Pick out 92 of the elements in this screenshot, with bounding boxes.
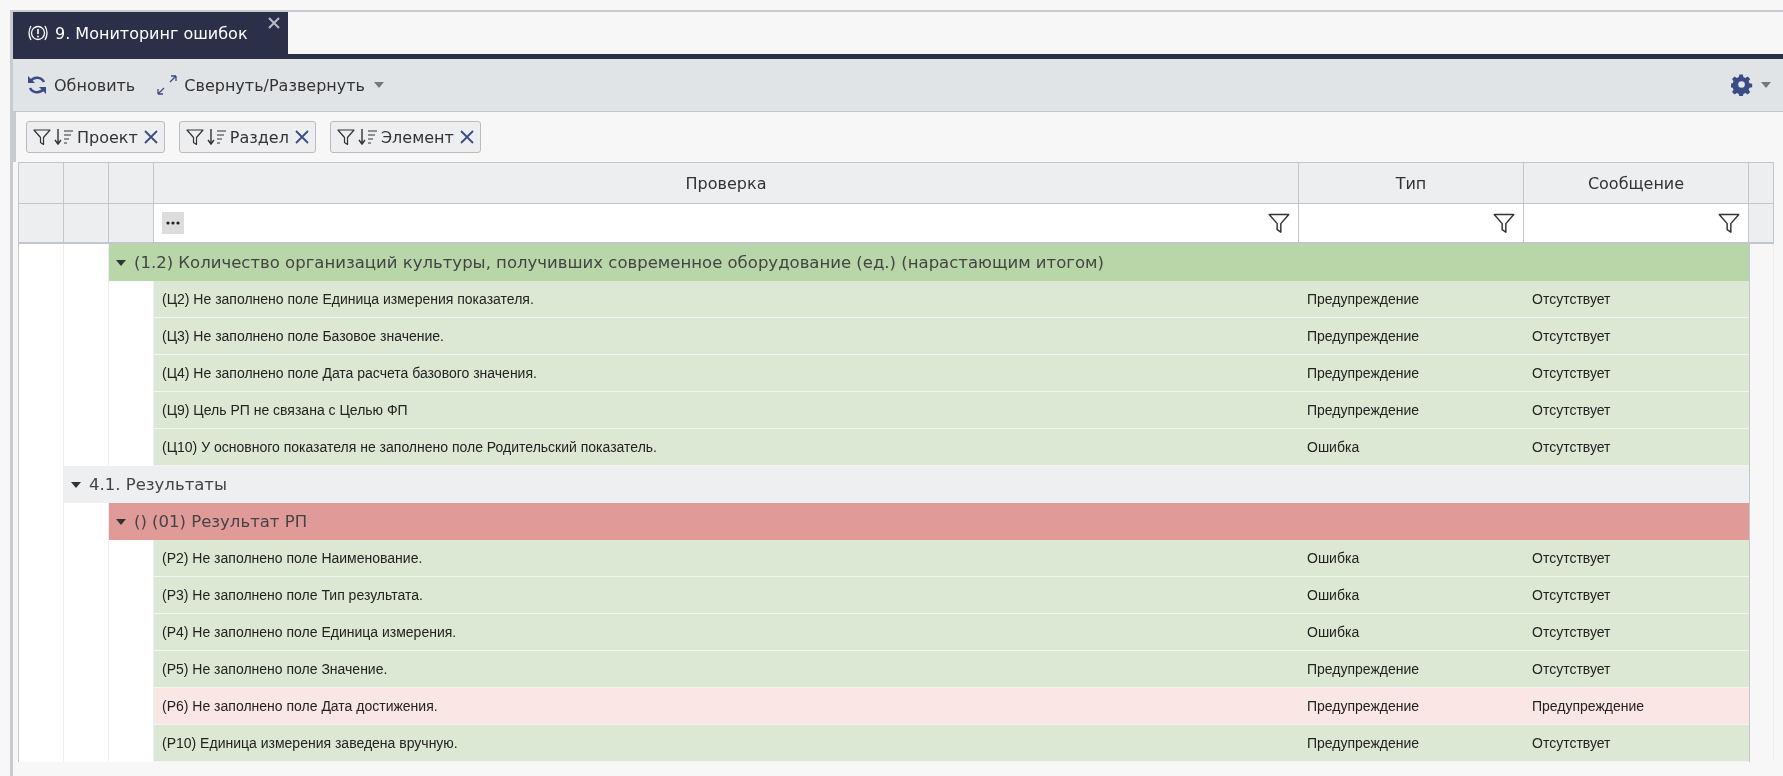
filter-chip[interactable]: Раздел	[178, 121, 316, 153]
close-icon[interactable]	[267, 17, 280, 29]
table-cell: (Р4) Не заполнено поле Единица измерения.	[154, 614, 1299, 651]
table-cell: (Р10) Единица измерения заведена вручную.	[154, 725, 1299, 762]
table-cell: (Р5) Не заполнено поле Значение.	[154, 651, 1299, 688]
filter-icon	[336, 128, 355, 146]
table-cell: Отсутствует	[1524, 725, 1749, 762]
table-cell	[64, 244, 109, 281]
table-cell	[19, 244, 64, 281]
table-cell: (Р6) Не заполнено поле Дата достижения.	[154, 688, 1299, 725]
table-cell	[19, 725, 64, 762]
table-cell: Ошибка	[1299, 429, 1524, 466]
table-cell	[109, 725, 154, 762]
column-header[interactable]: Сообщение	[1524, 162, 1749, 204]
table-cell: Отсутствует	[1524, 540, 1749, 577]
table-cell	[64, 503, 109, 540]
filter-icon[interactable]	[1718, 212, 1740, 234]
remove-icon[interactable]	[143, 130, 158, 144]
filter-icon	[185, 128, 204, 146]
filter-chip[interactable]: Элемент	[329, 121, 481, 153]
table-cell: Отсутствует	[1524, 429, 1749, 466]
table-cell: Отсутствует	[1524, 355, 1749, 392]
group-row[interactable]: (1.2) Количество организаций культуры, получивших современное оборудование (ед.) (нарастающим итогом)	[109, 244, 1749, 281]
table-cell: Предупреждение	[1299, 355, 1524, 392]
table-cell: (Р3) Не заполнено поле Тип результата.	[154, 577, 1299, 614]
filter-field[interactable]	[1524, 204, 1749, 244]
header-cell	[1749, 162, 1774, 204]
table-cell: (Ц3) Не заполнено поле Базовое значение.	[154, 318, 1299, 355]
table-cell: Предупреждение	[1299, 688, 1524, 725]
table-cell	[1749, 244, 1774, 281]
refresh-icon	[27, 75, 47, 95]
header-cell	[64, 162, 109, 204]
table-cell: (Ц10) У основного показателя не заполнено поле Родительский показатель.	[154, 429, 1299, 466]
table-cell: Отсутствует	[1524, 614, 1749, 651]
table-cell: Отсутствует	[1524, 651, 1749, 688]
chip-label: Элемент	[380, 127, 454, 147]
header-cell	[109, 204, 154, 244]
toolbar-button[interactable]: Свернуть/Развернуть	[153, 71, 389, 99]
alert-circle-icon	[27, 24, 49, 42]
expand-arrows-icon	[157, 75, 178, 95]
remove-icon[interactable]	[459, 130, 474, 144]
table-cell: Отсутствует	[1524, 577, 1749, 614]
header-cell	[64, 204, 109, 244]
section-row[interactable]: 4.1. Результаты	[64, 466, 1749, 503]
ellipsis-icon	[166, 221, 180, 225]
table-cell: Предупреждение	[1299, 281, 1524, 318]
tab-title: 9. Мониторинг ошибок	[55, 23, 248, 43]
group-title: (1.2) Количество организаций культуры, получивших современное оборудование (ед.) (нарастающим итогом)	[134, 253, 1104, 272]
sort-icon	[357, 128, 378, 146]
sort-icon	[54, 128, 74, 146]
filter-icon[interactable]	[1268, 212, 1290, 234]
filter-icon	[33, 128, 51, 146]
table-cell: Отсутствует	[1524, 392, 1749, 429]
table-cell: Ошибка	[1299, 577, 1524, 614]
table-cell: Ошибка	[1299, 540, 1524, 577]
group-row[interactable]: () (01) Результат РП	[109, 503, 1749, 540]
table-cell	[109, 429, 154, 466]
table-cell: Предупреждение	[1299, 392, 1524, 429]
expanded-caret-icon[interactable]	[116, 516, 126, 527]
table-cell: (Ц4) Не заполнено поле Дата расчета базового значения.	[154, 355, 1299, 392]
table-cell: Предупреждение	[1299, 318, 1524, 355]
tab[interactable]: 9. Мониторинг ошибок	[13, 12, 288, 54]
sort-icon	[206, 128, 227, 146]
chip-label: Раздел	[229, 127, 289, 147]
column-header[interactable]: Тип	[1299, 162, 1524, 204]
table-cell: Отсутствует	[1524, 318, 1749, 355]
section-title: 4.1. Результаты	[89, 475, 227, 494]
table-cell: Предупреждение	[1524, 688, 1749, 725]
table-cell: (Р2) Не заполнено поле Наименование.	[154, 540, 1299, 577]
more-button[interactable]	[162, 212, 184, 234]
table-cell	[109, 281, 154, 318]
group-title: () (01) Результат РП	[134, 512, 308, 531]
table-cell: Ошибка	[1299, 614, 1524, 651]
table-cell: Отсутствует	[1524, 281, 1749, 318]
refresh-button[interactable]: Обновить	[23, 71, 140, 99]
filter-icon[interactable]	[1493, 212, 1515, 234]
settings-icon	[1731, 74, 1753, 96]
chip-label: Проект	[77, 127, 138, 147]
filter-chip[interactable]: Проект	[26, 121, 165, 153]
header-cell	[109, 162, 154, 204]
table-cell	[109, 540, 154, 577]
filter-field[interactable]	[1299, 204, 1524, 244]
expanded-caret-icon[interactable]	[71, 479, 81, 490]
filter-field[interactable]	[154, 204, 1299, 244]
table-cell: Предупреждение	[1299, 651, 1524, 688]
expanded-caret-icon[interactable]	[116, 257, 126, 268]
remove-icon[interactable]	[294, 130, 309, 144]
table-cell: Предупреждение	[1299, 725, 1524, 762]
table-cell: (Ц9) Цель РП не связана с Целью ФП	[154, 392, 1299, 429]
column-header[interactable]: Проверка	[154, 162, 1299, 204]
table-cell: (Ц2) Не заполнено поле Единица измерения показателя.	[154, 281, 1299, 318]
header-cell	[1749, 204, 1774, 244]
